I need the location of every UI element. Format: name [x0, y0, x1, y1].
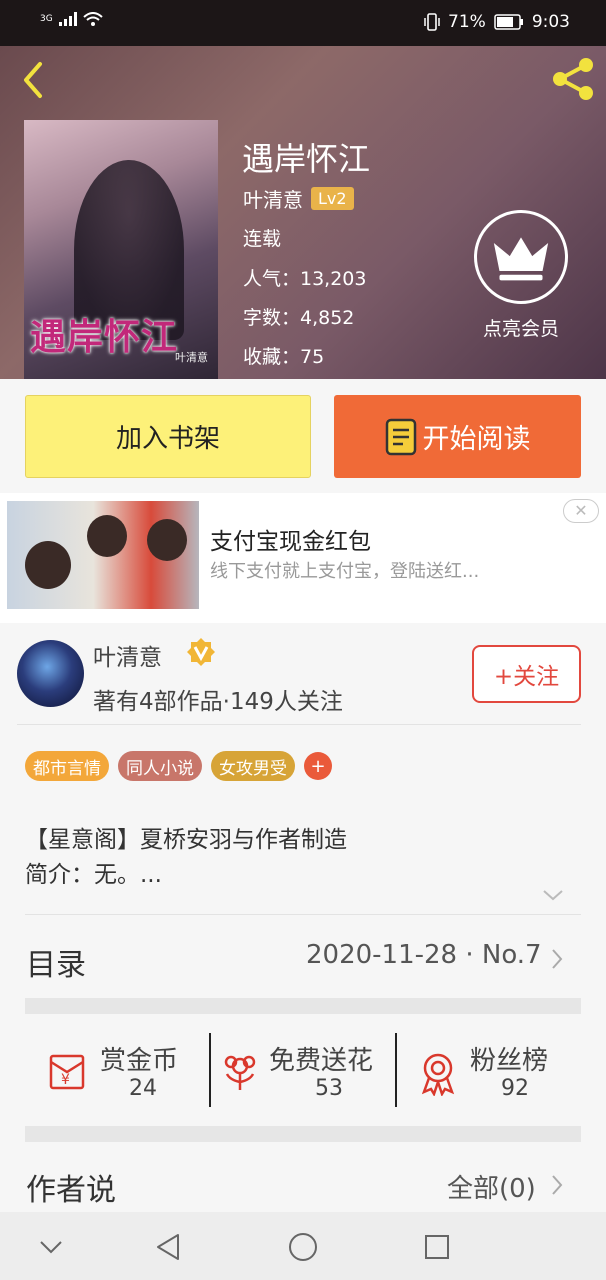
red-envelope-icon: ¥ — [49, 1054, 85, 1090]
stat-reward-label: 赏金币 — [100, 1046, 179, 1076]
recents-square-icon[interactable] — [420, 1230, 454, 1264]
stat-flower-label: 免费送花 — [269, 1046, 374, 1076]
favorites: 收藏：75 — [243, 346, 325, 368]
tag-list: 都市言情 同人小说 女攻男受 + — [25, 751, 332, 781]
tag-tongren[interactable]: 同人小说 — [118, 751, 202, 781]
author-line: 叶清意 Lv2 — [243, 184, 354, 213]
stat-separator — [395, 1033, 397, 1107]
chevron-down-icon[interactable] — [34, 1230, 68, 1264]
divider — [17, 724, 581, 725]
medal-icon — [421, 1053, 455, 1096]
back-triangle-icon[interactable] — [152, 1230, 186, 1264]
stat-flower[interactable]: 免费送花 53 — [220, 1040, 390, 1104]
section-separator — [25, 998, 581, 1014]
book-icon — [385, 418, 416, 455]
section-separator — [25, 1126, 581, 1142]
system-nav-bar — [0, 1212, 606, 1280]
book-cover[interactable]: 遇岸怀江 叶清意 — [24, 120, 218, 379]
intro-line-1: 【星意阁】夏桥安羽与作者制造 — [25, 827, 347, 853]
home-circle-icon[interactable] — [286, 1230, 320, 1264]
tag-nvgong[interactable]: 女攻男受 — [211, 751, 295, 781]
back-arrow-icon[interactable] — [18, 60, 48, 100]
avatar[interactable] — [17, 640, 84, 707]
clock: 9:03 — [531, 12, 570, 32]
author-stats: 著有4部作品·149人关注 — [93, 689, 343, 715]
flower-icon — [224, 1055, 256, 1090]
chevron-down-icon[interactable] — [542, 888, 564, 902]
status-bar: 3G 71% 9:03 — [0, 0, 606, 46]
tag-dushi[interactable]: 都市言情 — [25, 751, 109, 781]
author-say-label: 作者说 — [26, 1173, 116, 1208]
cover-title: 遇岸怀江 — [30, 316, 179, 358]
chevron-right-icon[interactable] — [550, 1174, 564, 1196]
svg-text:¥: ¥ — [61, 1072, 70, 1088]
popularity: 人气：13,203 — [243, 268, 367, 290]
battery-percent: 71% — [448, 12, 486, 32]
divider — [25, 914, 581, 915]
verified-v-icon — [187, 638, 215, 666]
stat-reward-value: 24 — [129, 1076, 157, 1101]
book-title: 遇岸怀江 — [242, 140, 371, 178]
vip-label[interactable]: 点亮会员 — [474, 314, 568, 341]
serial-status: 连载 — [243, 228, 282, 250]
wifi-icon — [83, 12, 103, 26]
stat-fans-value: 92 — [501, 1076, 529, 1101]
stat-reward[interactable]: ¥ 赏金币 24 — [44, 1040, 194, 1104]
add-tag-button[interactable]: + — [304, 752, 332, 780]
network-type: 3G — [40, 14, 53, 24]
battery-icon — [494, 14, 523, 30]
stat-flower-value: 53 — [315, 1076, 343, 1101]
ad-subtitle: 线下支付就上支付宝，登陆送红... — [210, 561, 480, 582]
ad-title: 支付宝现金红包 — [210, 529, 371, 555]
vibrate-icon — [424, 13, 440, 31]
follow-button[interactable]: +关注 — [472, 645, 581, 703]
ad-image — [7, 501, 199, 609]
level-badge: Lv2 — [311, 187, 354, 210]
word-count: 字数：4,852 — [243, 307, 355, 329]
start-reading-button[interactable]: 开始阅读 — [334, 395, 581, 478]
toc-latest[interactable]: 2020-11-28 · No.7 — [306, 940, 542, 970]
intro-line-2: 简介：无。... — [25, 862, 162, 888]
start-reading-label: 开始阅读 — [422, 424, 531, 455]
book-author[interactable]: 叶清意 — [243, 184, 303, 213]
chevron-right-icon[interactable] — [550, 948, 564, 970]
stat-fans-label: 粉丝榜 — [470, 1046, 549, 1076]
share-icon[interactable] — [550, 56, 596, 102]
stat-fans[interactable]: 粉丝榜 92 — [418, 1040, 568, 1104]
author-say-all[interactable]: 全部(0) — [447, 1168, 536, 1205]
ad-banner[interactable]: 支付宝现金红包 线下支付就上支付宝，登陆送红... ✕ — [0, 493, 606, 623]
add-to-shelf-button[interactable]: 加入书架 — [25, 395, 311, 478]
toc-label[interactable]: 目录 — [26, 940, 86, 984]
author-name[interactable]: 叶清意 — [93, 638, 162, 672]
signal-icon — [58, 12, 77, 26]
ad-close-button[interactable]: ✕ — [563, 499, 599, 523]
stat-separator — [209, 1033, 211, 1107]
crown-icon[interactable] — [474, 210, 568, 304]
cover-author: 叶清意 — [175, 351, 208, 364]
